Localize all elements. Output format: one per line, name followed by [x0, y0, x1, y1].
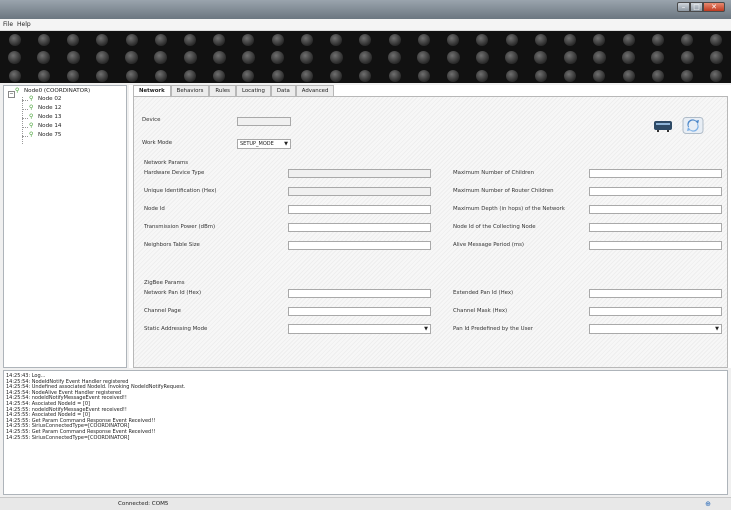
banner-dots-row: [0, 33, 731, 47]
network-icon: ⊕: [705, 500, 711, 508]
network-pan-id-field[interactable]: [288, 289, 431, 298]
tree-connector: [22, 100, 28, 101]
network-param-label: Maximum Number of Router Children: [453, 188, 554, 194]
close-button[interactable]: ✕: [703, 2, 725, 12]
device-label: Device: [142, 117, 161, 123]
unique-id-field[interactable]: [288, 187, 431, 196]
tree-root-node[interactable]: ⚲ Node0 (COORDINATOR): [15, 87, 91, 95]
chevron-down-icon: ▼: [715, 326, 719, 332]
channel-page-field[interactable]: [288, 307, 431, 316]
node-icon: ⚲: [29, 104, 34, 111]
node-icon: ⚲: [29, 95, 34, 102]
tree-node-label: Node 75: [38, 132, 62, 138]
work-mode-label: Work Mode: [142, 140, 173, 146]
module-icon[interactable]: [652, 117, 674, 134]
node-config-panel: Network Behaviors Rules Locating Data Ad…: [129, 85, 731, 368]
log-line: 14:25:55: SiriusConnectedType=[COORDINAT…: [6, 434, 130, 441]
router-icon: ⚲: [15, 87, 20, 94]
max-router-children-field[interactable]: [589, 187, 722, 196]
zigbee-params-title: ZigBee Params: [144, 280, 185, 286]
alive-message-period-field[interactable]: [589, 241, 722, 250]
network-params-title: Network Params: [144, 160, 189, 166]
tree-connector: [22, 136, 28, 137]
work-mode-select[interactable]: SETUP_MODE ▼: [237, 139, 291, 149]
network-param-label: Neighbors Table Size: [144, 242, 200, 248]
node-icon: ⚲: [29, 113, 34, 120]
pan-id-predefined-select[interactable]: ▼: [589, 324, 722, 334]
network-param-label: Maximum Depth (in hops) of the Network: [453, 206, 565, 212]
collecting-node-id-field[interactable]: [589, 223, 722, 232]
zigbee-param-label: Pan Id Predefined by the User: [453, 326, 533, 332]
tree-connector: [22, 109, 28, 110]
tree-node-label: Node0 (COORDINATOR): [24, 88, 91, 94]
tree-node-label: Node 12: [38, 105, 62, 111]
chevron-down-icon: ▼: [284, 141, 288, 147]
node-icon: ⚲: [29, 131, 34, 138]
window-title-bar: – □ ✕: [0, 0, 731, 19]
header-banner: [0, 31, 731, 83]
zigbee-param-label: Extended Pan Id (Hex): [453, 290, 514, 296]
tree-node-label: Node 14: [38, 123, 62, 129]
zigbee-param-label: Channel Mask (Hex): [453, 308, 508, 314]
menu-file[interactable]: File: [3, 21, 13, 28]
zigbee-param-label: Static Addressing Mode: [144, 326, 208, 332]
zigbee-param-label: Channel Page: [144, 308, 181, 314]
banner-dots-row: [0, 69, 731, 83]
max-depth-field[interactable]: [589, 205, 722, 214]
max-children-field[interactable]: [589, 169, 722, 178]
network-param-label: Node Id of the Collecting Node: [453, 224, 536, 230]
transmission-power-field[interactable]: [288, 223, 431, 232]
tree-connector: [22, 127, 28, 128]
event-log[interactable]: 14:25:43: Log... 14:25:54: NodeIdNotify …: [3, 370, 728, 495]
chevron-down-icon: ▼: [424, 326, 428, 332]
channel-mask-field[interactable]: [589, 307, 722, 316]
work-mode-value: SETUP_MODE: [240, 141, 274, 147]
tab-content: Device Work Mode SETUP_MODE ▼ Network Par…: [133, 96, 728, 368]
minimize-button[interactable]: –: [677, 2, 690, 12]
device-field[interactable]: [237, 117, 291, 126]
static-addressing-mode-select[interactable]: ▼: [288, 324, 431, 334]
connection-status: Connected: COM5: [118, 501, 169, 507]
extended-pan-id-field[interactable]: [589, 289, 722, 298]
window-controls: – □ ✕: [677, 2, 725, 12]
menu-bar: File Help: [0, 19, 731, 31]
zigbee-param-label: Network Pan Id (Hex): [144, 290, 202, 296]
node-tree: − ⚲ Node0 (COORDINATOR) ⚲ Node 02 ⚲ Node 1…: [3, 85, 127, 368]
refresh-icon[interactable]: [682, 117, 704, 134]
status-bar: Connected: COM5 ⊕: [0, 497, 731, 510]
maximize-button[interactable]: □: [690, 2, 703, 12]
node-id-field[interactable]: [288, 205, 431, 214]
tree-node-label: Node 02: [38, 96, 62, 102]
hardware-device-type-field[interactable]: [288, 169, 431, 178]
tree-connector: [22, 118, 28, 119]
network-param-label: Maximum Number of Children: [453, 170, 534, 176]
node-icon: ⚲: [29, 122, 34, 129]
tab-bar: Network Behaviors Rules Locating Data Ad…: [133, 85, 335, 97]
tree-node[interactable]: ⚲ Node 02: [29, 95, 62, 103]
network-param-label: Alive Message Period (ms): [453, 242, 525, 248]
tree-node[interactable]: ⚲ Node 12: [29, 104, 62, 112]
tree-node[interactable]: ⚲ Node 14: [29, 122, 62, 130]
tree-node[interactable]: ⚲ Node 75: [29, 131, 62, 139]
neighbors-table-size-field[interactable]: [288, 241, 431, 250]
banner-dots-row: [0, 50, 731, 64]
network-param-label: Unique Identification (Hex): [144, 188, 217, 194]
collapse-toggle[interactable]: −: [8, 91, 15, 98]
network-param-label: Transmission Power (dBm): [144, 224, 216, 230]
tree-node-label: Node 13: [38, 114, 62, 120]
network-param-label: Hardware Device Type: [144, 170, 205, 176]
tree-node[interactable]: ⚲ Node 13: [29, 113, 62, 121]
network-param-label: Node Id: [144, 206, 165, 212]
menu-help[interactable]: Help: [17, 21, 31, 28]
